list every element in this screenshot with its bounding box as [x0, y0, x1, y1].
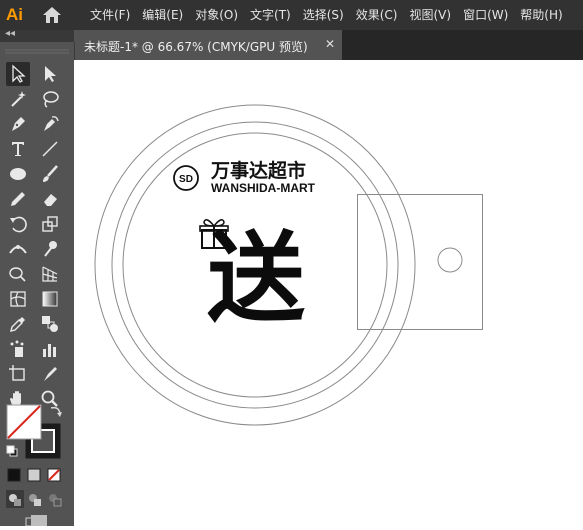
menu-file[interactable]: 文件(F) — [90, 0, 130, 30]
menu-select[interactable]: 选择(S) — [303, 0, 344, 30]
menu-view[interactable]: 视图(V) — [409, 0, 451, 30]
collapse-icon: ◂◂ — [5, 28, 16, 39]
paintbrush-tool-icon[interactable] — [38, 162, 62, 186]
close-icon[interactable]: ✕ — [325, 37, 335, 51]
gradient-tool-icon[interactable] — [38, 287, 62, 311]
ellipse-tool-icon[interactable] — [6, 162, 30, 186]
width-tool-icon[interactable] — [6, 237, 30, 261]
menu-window[interactable]: 窗口(W) — [463, 0, 508, 30]
color-mode-row — [7, 468, 61, 482]
pen-tool-icon[interactable] — [6, 112, 30, 136]
main-menu: 文件(F) 编辑(E) 对象(O) 文字(T) 选择(S) 效果(C) 视图(V… — [90, 0, 575, 30]
menu-bar: Ai 文件(F) 编辑(E) 对象(O) 文字(T) 选择(S) 效果(C) 视… — [0, 0, 583, 30]
perspective-grid-tool-icon[interactable] — [38, 262, 62, 286]
tag-hole[interactable] — [437, 247, 463, 273]
symbol-sprayer-tool-icon[interactable] — [6, 337, 30, 361]
selection-tool-icon[interactable] — [6, 62, 30, 86]
line-segment-tool-icon[interactable] — [38, 137, 62, 161]
logo-badge-text: SD — [179, 174, 193, 185]
menu-object[interactable]: 对象(O) — [195, 0, 238, 30]
lasso-tool-icon[interactable] — [38, 87, 62, 111]
curvature-tool-icon[interactable] — [38, 112, 62, 136]
artboard-tool-icon[interactable] — [6, 362, 30, 386]
pencil-tool-icon[interactable] — [6, 187, 30, 211]
screen-mode-icon[interactable] — [24, 514, 50, 526]
document-tab[interactable]: 未标题-1* @ 66.67% (CMYK/GPU 预览) ✕ — [74, 30, 342, 60]
menu-edit[interactable]: 编辑(E) — [142, 0, 183, 30]
main-glyph: 送 — [207, 222, 305, 336]
brand-name: 万事达超市 — [210, 159, 306, 182]
artboard-canvas[interactable]: SD 万事达超市 WANSHIDA-MART 送 — [74, 60, 583, 526]
shape-builder-tool-icon[interactable] — [6, 262, 30, 286]
home-icon[interactable] — [41, 5, 63, 25]
gradient-icon — [27, 468, 41, 482]
direct-selection-tool-icon[interactable] — [38, 62, 62, 86]
blend-tool-icon[interactable] — [38, 312, 62, 336]
document-tab-title: 未标题-1* @ 66.67% (CMYK/GPU 预览) — [84, 40, 308, 54]
menu-help[interactable]: 帮助(H) — [520, 0, 562, 30]
puppet-warp-tool-icon[interactable] — [38, 237, 62, 261]
app-logo: Ai — [6, 5, 23, 24]
type-tool-icon[interactable] — [6, 137, 30, 161]
eyedropper-tool-icon[interactable] — [6, 312, 30, 336]
color-icon — [7, 468, 21, 482]
drawing-modes-row[interactable] — [6, 490, 68, 508]
menu-effect[interactable]: 效果(C) — [356, 0, 398, 30]
slice-tool-icon[interactable] — [38, 362, 62, 386]
mesh-tool-icon[interactable] — [6, 287, 30, 311]
menu-type[interactable]: 文字(T) — [250, 0, 291, 30]
magic-wand-tool-icon[interactable] — [6, 87, 30, 111]
tools-panel — [0, 42, 75, 526]
eraser-tool-icon[interactable] — [38, 187, 62, 211]
scale-tool-icon[interactable] — [38, 212, 62, 236]
column-graph-tool-icon[interactable] — [38, 337, 62, 361]
brand-name-en: WANSHIDA-MART — [211, 181, 316, 195]
swap-fill-stroke-icon[interactable] — [49, 404, 63, 418]
artwork: SD 万事达超市 WANSHIDA-MART 送 — [94, 104, 483, 426]
default-fill-stroke-icon[interactable] — [6, 445, 18, 457]
panel-grip-icon[interactable] — [5, 47, 69, 57]
tag-rectangle[interactable] — [357, 194, 483, 330]
rotate-tool-icon[interactable] — [6, 212, 30, 236]
